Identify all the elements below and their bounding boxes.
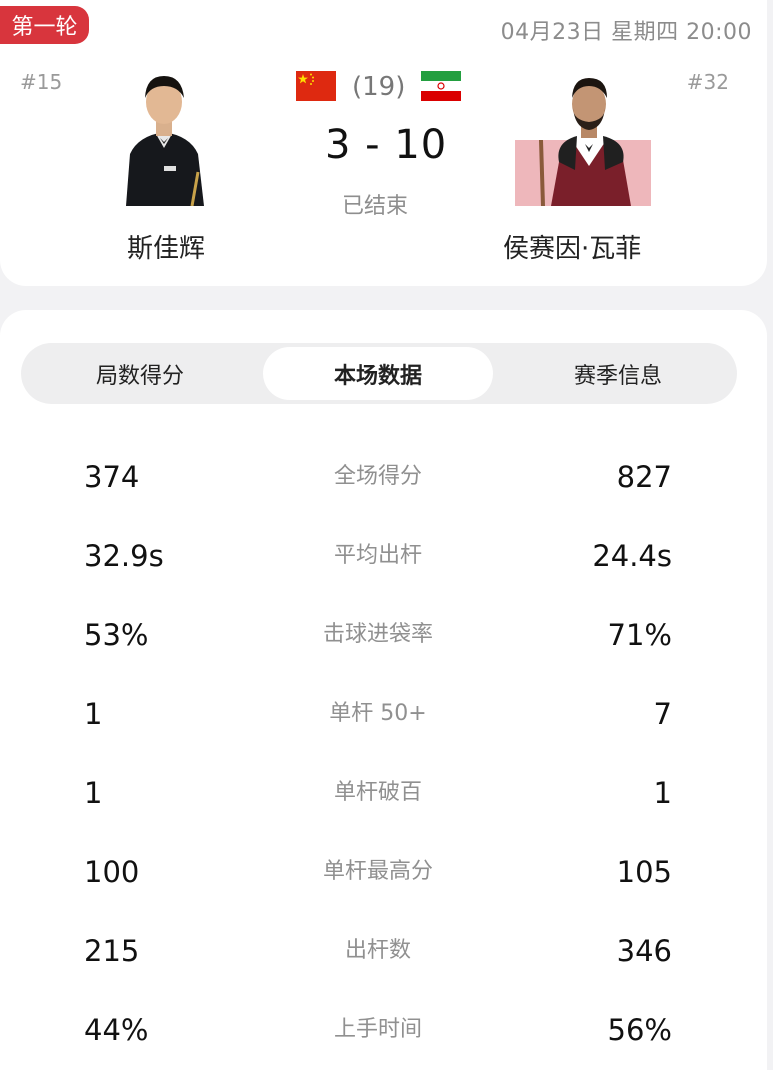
stat-left-value: 374 [84, 460, 140, 494]
stat-row: 215 出杆数 346 [0, 921, 767, 981]
stat-row: 100 单杆最高分 105 [0, 842, 767, 902]
stat-label: 单杆破百 [333, 780, 422, 805]
match-status: 已结束 [342, 194, 409, 219]
stat-left-value: 100 [84, 855, 140, 889]
match-score: 3 - 10 [325, 122, 448, 168]
stat-left-value: 1 [84, 776, 103, 810]
player-left-name[interactable]: 斯佳辉 [127, 228, 205, 265]
stat-right-value: 827 [616, 460, 672, 494]
tab-match-stats[interactable]: 本场数据 [263, 347, 493, 400]
stat-row: 374 全场得分 827 [0, 447, 767, 507]
stat-right-value: 24.4s [592, 539, 672, 573]
stat-right-value: 7 [653, 697, 672, 731]
stat-label: 单杆 50+ [329, 701, 427, 726]
stat-label: 单杆最高分 [322, 859, 433, 884]
stat-left-value: 1 [84, 697, 103, 731]
stat-label: 上手时间 [333, 1017, 422, 1042]
iran-flag-icon [421, 71, 461, 101]
player-right-rank: #32 [686, 70, 729, 94]
player-right-avatar[interactable] [515, 70, 651, 206]
round-badge: 第一轮 [0, 6, 89, 44]
tab-bar: 局数得分 本场数据 赛季信息 [21, 343, 737, 404]
stat-row: 32.9s 平均出杆 24.4s [0, 526, 767, 586]
stat-right-value: 346 [616, 934, 672, 968]
stat-row: 44% 上手时间 56% [0, 1000, 767, 1060]
tab-frame-scores[interactable]: 局数得分 [21, 343, 259, 404]
stat-left-value: 53% [84, 618, 149, 652]
stat-label: 平均出杆 [333, 543, 422, 568]
stat-row: 53% 击球进袋率 71% [0, 605, 767, 665]
stat-right-value: 56% [607, 1013, 672, 1047]
match-header-card: 第一轮 04月23日 星期四 20:00 #15 #32 斯佳辉 侯赛因·瓦菲 … [0, 0, 767, 286]
stat-label: 出杆数 [344, 938, 411, 963]
stat-right-value: 105 [616, 855, 672, 889]
tab-season-info[interactable]: 赛季信息 [499, 343, 737, 404]
stat-row: 1 单杆 50+ 7 [0, 684, 767, 744]
player-left-rank: #15 [20, 70, 63, 94]
stat-right-value: 1 [653, 776, 672, 810]
match-seed: (19) [352, 72, 406, 102]
stat-label: 击球进袋率 [322, 622, 433, 647]
stat-right-value: 71% [607, 618, 672, 652]
stat-left-value: 44% [84, 1013, 149, 1047]
stat-label: 全场得分 [333, 464, 422, 489]
stat-left-value: 32.9s [84, 539, 164, 573]
match-datetime: 04月23日 星期四 20:00 [500, 20, 752, 45]
player-right-name[interactable]: 侯赛因·瓦菲 [503, 228, 641, 265]
stat-left-value: 215 [84, 934, 140, 968]
china-flag-icon [296, 71, 336, 101]
player-left-avatar[interactable] [118, 72, 210, 206]
stat-row: 1 单杆破百 1 [0, 763, 767, 823]
